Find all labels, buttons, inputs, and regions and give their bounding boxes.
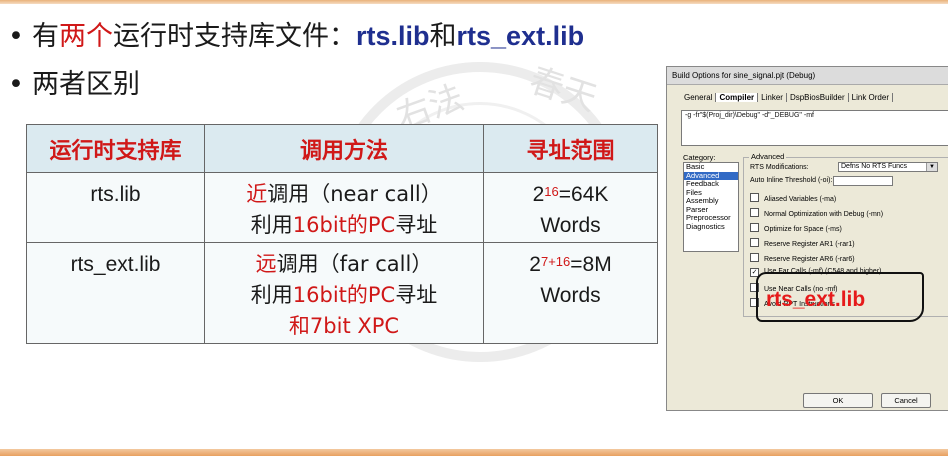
cell-address-range: 27+16=8M Words xyxy=(483,242,658,344)
checkbox-icon[interactable] xyxy=(750,253,759,262)
command-line-field[interactable]: -g -fr"$(Proj_dir)\Debug" -d"_DEBUG" -mf xyxy=(681,110,948,146)
table-row: rts_ext.lib 远调用（far call） 利用16bit的PC寻址 和… xyxy=(26,242,658,344)
group-title: Advanced xyxy=(749,152,787,161)
cell-call-method: 近调用（near call） 利用16bit的PC寻址 xyxy=(204,172,484,243)
cell-address-range: 216=64K Words xyxy=(483,172,658,243)
header-address-range: 寻址范围 xyxy=(483,124,658,173)
category-list[interactable]: Basic Advanced Feedback Files Assembly P… xyxy=(683,162,739,252)
cancel-button[interactable]: Cancel xyxy=(881,393,931,408)
callout-label: rts_ext.lib xyxy=(766,288,866,311)
table-row: rts.lib 近调用（near call） 利用16bit的PC寻址 216=… xyxy=(26,172,658,243)
category-label: Category: xyxy=(683,153,716,162)
option-checkbox[interactable]: Normal Optimization with Debug (-mn) xyxy=(750,208,883,218)
lib-name-rts-ext: rts_ext.lib xyxy=(456,21,585,51)
checkbox-icon[interactable] xyxy=(750,223,759,232)
checkbox-icon[interactable] xyxy=(750,208,759,217)
checkbox-icon[interactable] xyxy=(750,238,759,247)
ok-button[interactable]: OK xyxy=(803,393,873,408)
tab-link-order[interactable]: Link Order xyxy=(849,93,893,102)
option-checkbox[interactable]: Reserve Register AR1 (-rar1) xyxy=(750,238,855,248)
tab-dspbiosbuilder[interactable]: DspBiosBuilder xyxy=(787,93,849,102)
build-options-dialog: Build Options for sine_signal.pjt (Debug… xyxy=(666,66,948,411)
option-checkbox[interactable]: Optimize for Space (-ms) xyxy=(750,223,842,233)
bullet-libraries: • 有两个运行时支持库文件：rts.lib和rts_ext.lib xyxy=(8,21,585,52)
table-header-row: 运行时支持库 调用方法 寻址范围 xyxy=(26,124,658,173)
rts-modifications-select[interactable]: Defns No RTS Funcs ▼ xyxy=(838,162,938,172)
tab-compiler[interactable]: Compiler xyxy=(716,93,759,102)
checkbox-icon[interactable] xyxy=(750,193,759,202)
header-library: 运行时支持库 xyxy=(26,124,205,173)
tab-general[interactable]: General xyxy=(681,93,717,102)
count-highlight: 两个 xyxy=(59,21,113,52)
chevron-down-icon: ▼ xyxy=(926,163,937,171)
dialog-title: Build Options for sine_signal.pjt (Debug… xyxy=(667,67,948,85)
cell-library: rts_ext.lib xyxy=(26,242,205,344)
lib-name-rts: rts.lib xyxy=(356,21,430,51)
option-checkbox[interactable]: Aliased Variables (-ma) xyxy=(750,193,836,203)
top-decor-bar xyxy=(0,0,948,4)
header-call-method: 调用方法 xyxy=(204,124,484,173)
dialog-tabs: General Compiler Linker DspBiosBuilder L… xyxy=(681,93,893,102)
tab-linker[interactable]: Linker xyxy=(758,93,787,102)
cell-call-method: 远调用（far call） 利用16bit的PC寻址 和7bit XPC xyxy=(204,242,484,344)
rts-modifications-label: RTS Modifications: xyxy=(750,164,809,171)
comparison-table: 运行时支持库 调用方法 寻址范围 rts.lib 近调用（near call） … xyxy=(26,124,658,344)
bullet-differences: • 两者区别 xyxy=(8,69,140,100)
auto-inline-input[interactable] xyxy=(833,176,893,186)
cell-library: rts.lib xyxy=(26,172,205,243)
auto-inline-label: Auto Inline Threshold (-oi): xyxy=(750,177,833,184)
category-item[interactable]: Diagnostics xyxy=(684,222,738,232)
bottom-decor-bar xyxy=(0,449,948,456)
option-checkbox[interactable]: Reserve Register AR6 (-rar6) xyxy=(750,253,855,263)
